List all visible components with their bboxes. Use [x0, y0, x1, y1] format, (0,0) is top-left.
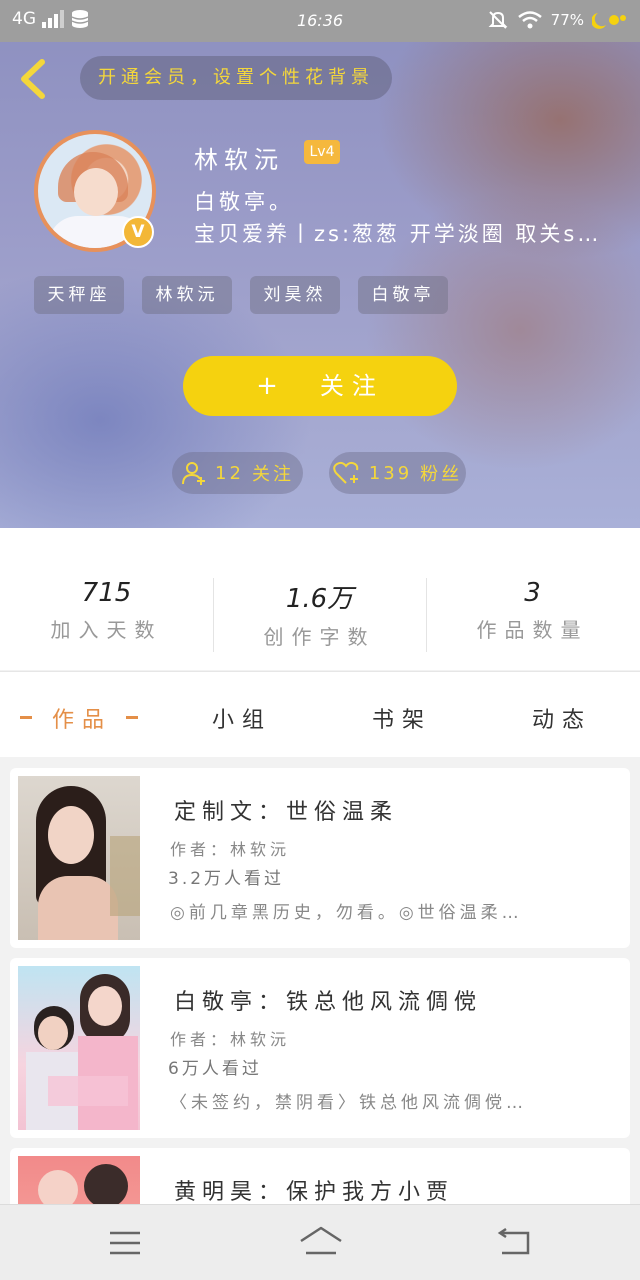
work-cover: [18, 966, 140, 1130]
bio-line-2: 宝贝爱养丨zs:葱葱 开学淡圈 取关s…: [194, 222, 602, 246]
work-description: 〈未签约，禁阴看〉铁总他风流倜傥…: [170, 1093, 527, 1113]
return-icon[interactable]: [496, 1227, 532, 1257]
work-author: 作者：林软沅: [170, 1030, 291, 1049]
vip-background-notice[interactable]: 开通会员，设置个性花背景: [80, 56, 392, 100]
following-label: 关注: [251, 464, 294, 485]
active-tab-dash-right: [126, 716, 138, 719]
tag-item[interactable]: 刘昊然: [250, 276, 340, 314]
wifi-icon: [517, 11, 542, 29]
battery-icon: [592, 13, 626, 29]
stat-join-days: 715 加入天数: [0, 578, 213, 643]
work-card[interactable]: 定制文：世俗温柔 作者：林软沅 3.2万人看过 ◎前几章黑历史，勿看。◎世俗温柔…: [10, 768, 630, 948]
user-plus-icon: [182, 462, 206, 485]
following-button[interactable]: 12 关注: [172, 452, 303, 494]
stat-word-count: 1.6万 创作字数: [213, 578, 426, 650]
work-title: 黄明昊：保护我方小贾: [174, 1180, 455, 1205]
level-badge: Lv4: [304, 140, 340, 164]
avatar-face: [74, 168, 118, 216]
follow-label: 关注: [319, 372, 384, 400]
menu-icon[interactable]: [108, 1229, 142, 1257]
following-count: 12: [215, 462, 244, 484]
follow-button[interactable]: + 关注: [183, 356, 457, 416]
stats-panel: 715 加入天数 1.6万 创作字数 3 作品数量: [0, 528, 640, 670]
stat-label: 加入天数: [50, 618, 163, 642]
work-author: 作者：林软沅: [170, 840, 291, 859]
tag-item[interactable]: 天秤座: [34, 276, 124, 314]
stat-label: 创作字数: [263, 625, 376, 649]
fans-label: 粉丝: [420, 464, 463, 485]
fans-count: 139: [368, 462, 413, 484]
user-name: 林软沅: [194, 146, 284, 174]
work-views: 3.2万人看过: [168, 869, 285, 889]
stat-works-count: 3 作品数量: [426, 578, 639, 643]
plus-icon: +: [256, 371, 286, 401]
status-right: 77%: [487, 9, 628, 31]
tab-works[interactable]: 作品: [52, 702, 112, 734]
status-bar: 4G 16:36 77%: [0, 0, 640, 42]
tab-bookshelf[interactable]: 书架: [372, 702, 432, 734]
work-card[interactable]: 白敬亭：铁总他风流倜傥 作者：林软沅 6万人看过 〈未签约，禁阴看〉铁总他风流倜…: [10, 958, 630, 1138]
profile-page: 4G 16:36 77% 开通会员，设置个性花背景 V 林软沅 Lv4 白敬亭。…: [0, 0, 640, 1280]
active-tab-dash-left: [20, 716, 32, 719]
work-title: 定制文：世俗温柔: [174, 800, 399, 825]
tag-item[interactable]: 林软沅: [142, 276, 232, 314]
fans-button[interactable]: 139 粉丝: [329, 452, 466, 494]
work-description: ◎前几章黑历史，勿看。◎世俗温柔…: [170, 903, 523, 923]
tab-groups[interactable]: 小组: [212, 702, 272, 734]
tag-list: 天秤座 林软沅 刘昊然 白敬亭: [34, 276, 448, 314]
bio-line-1: 白敬亭。: [194, 190, 294, 214]
profile-tabs: 作品 小组 书架 动态: [0, 671, 640, 757]
stat-label: 作品数量: [476, 618, 589, 642]
stat-value: 3: [524, 578, 541, 608]
profile-header: 4G 16:36 77% 开通会员，设置个性花背景 V 林软沅 Lv4 白敬亭。…: [0, 0, 640, 528]
heart-plus-icon: [333, 461, 359, 484]
battery-percent: 77%: [550, 11, 584, 29]
work-views: 6万人看过: [168, 1059, 262, 1079]
work-title: 白敬亭：铁总他风流倜傥: [174, 990, 483, 1015]
system-nav-bar: [0, 1204, 640, 1280]
tag-item[interactable]: 白敬亭: [358, 276, 448, 314]
stat-value: 715: [81, 578, 132, 608]
work-cover: [18, 776, 140, 940]
back-icon[interactable]: [16, 58, 52, 100]
home-icon[interactable]: [298, 1225, 344, 1259]
tab-activity[interactable]: 动态: [532, 702, 592, 734]
stat-value: 1.6万: [285, 584, 354, 614]
mute-icon: [488, 11, 508, 29]
verified-badge: V: [122, 216, 154, 248]
